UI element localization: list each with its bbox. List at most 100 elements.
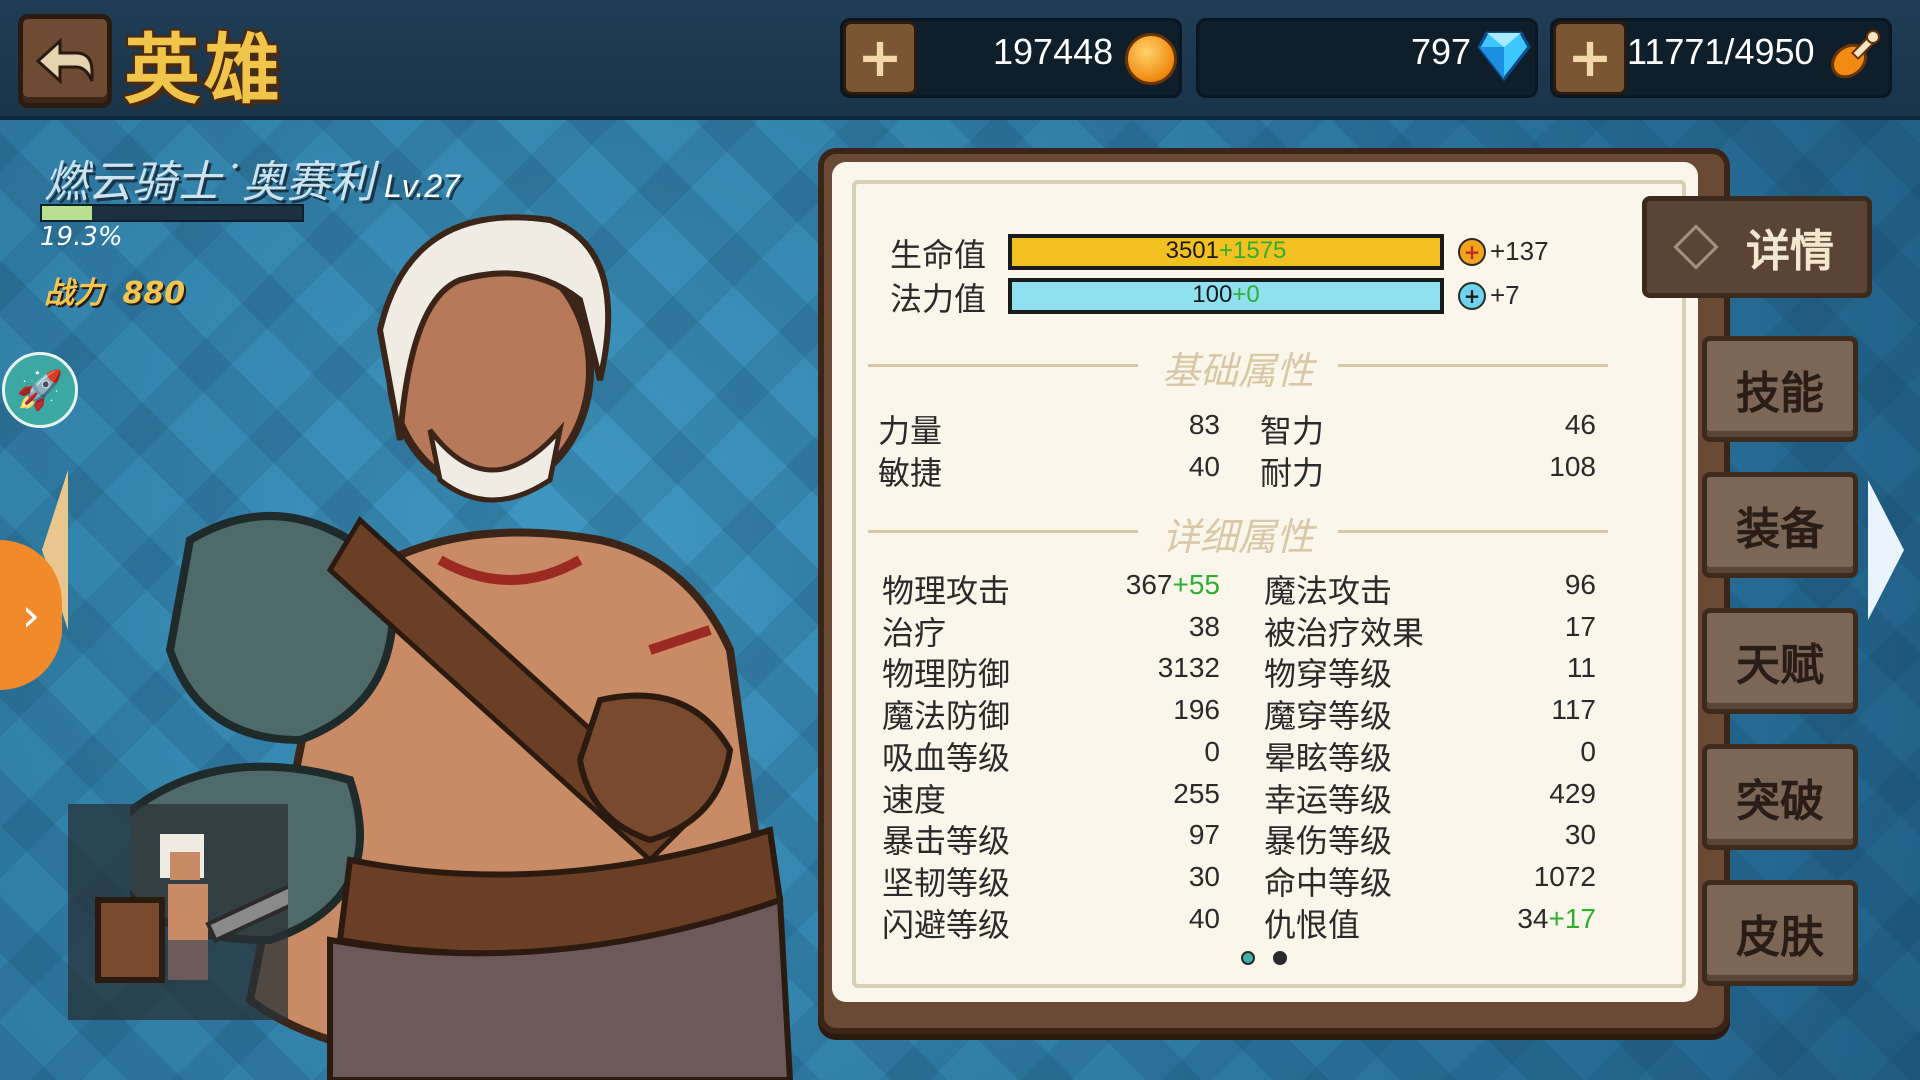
detail-stat-label: 吸血等级 [882,738,1011,777]
gold-value: 197448 [993,31,1114,72]
top-bar: 英雄 + 197448 797 + 11771/4950 [0,0,1920,120]
detail-stat-label: 晕眩等级 [1264,738,1393,777]
gold-counter: + 197448 [840,18,1182,98]
detail-stat-value: 96 [1446,569,1596,601]
basic-attributes-title: 基础属性 [868,340,1608,395]
hp-bar: 3501+1575 [1008,234,1444,270]
tab-details-label: 详情 [1746,226,1834,277]
back-arrow-icon [36,37,94,85]
chevron-right-icon: › [21,588,41,642]
detail-stat-value: 30 [1446,819,1596,851]
mp-bar-text: 100+0 [1012,281,1440,309]
detail-stat-value: 17 [1446,611,1596,643]
detail-stat-base: 196 [1173,694,1220,726]
tab-talents[interactable]: 天赋 [1702,608,1858,714]
detail-stat-value: 97 [1070,819,1220,851]
detail-stat-label: 命中等级 [1264,863,1393,902]
coin-icon [1125,33,1177,85]
hp-bonus-icon: + [1458,238,1486,266]
rocket-button[interactable]: 🚀 [2,352,78,428]
detail-stat-value: 367+55 [1070,569,1220,601]
stamina-value: 11771/4950 [1627,31,1815,72]
diamond-counter: 797 [1196,18,1538,98]
detail-stat-value: 40 [1070,903,1220,935]
detail-stat-base: 0 [1580,735,1596,767]
tab-skins[interactable]: 皮肤 [1702,880,1858,986]
mp-bar: 100+0 [1008,278,1444,314]
tab-equipment[interactable]: 装备 [1702,472,1858,578]
diamond-icon [1477,31,1531,81]
detail-stat-base: 255 [1173,777,1220,809]
page-dot-2[interactable] [1273,951,1287,965]
detail-stat-value: 30 [1070,861,1220,893]
diamond-value: 797 [1411,31,1472,72]
page-indicator [1232,950,1296,969]
detail-stat-label: 魔法防御 [882,697,1011,736]
tab-skins-label: 皮肤 [1736,912,1824,963]
mp-base: 100 [1192,281,1233,308]
xp-percent: 19.3% [40,222,123,252]
hp-base: 3501 [1165,237,1219,264]
detail-stat-label: 物理防御 [882,655,1011,694]
add-stamina-button[interactable]: + [1553,21,1627,95]
detail-stat-label: 暴伤等级 [1264,822,1393,861]
detail-stat-base: 1072 [1533,860,1596,892]
detail-stat-label: 坚韧等级 [882,863,1011,902]
tab-breakthrough-label: 突破 [1736,776,1824,827]
basic-stat-value: 46 [1564,409,1596,440]
basic-stat-value: 40 [1188,451,1220,482]
detail-stat-base: 3132 [1157,652,1220,684]
detail-stat-value: 38 [1070,611,1220,643]
page-title: 英雄 [124,25,284,114]
hp-bar-text: 3501+1575 [1012,237,1440,265]
detail-stat-base: 117 [1551,694,1596,726]
hero-sprite-preview [68,804,300,1020]
stamina-counter: + 11771/4950 [1550,18,1892,98]
diamond-marker-icon [1673,224,1719,270]
detail-stat-base: 38 [1188,610,1220,642]
mp-bonus: +0 [1232,281,1260,308]
detail-stat-base: 429 [1549,777,1596,809]
detail-stat-base: 96 [1564,569,1596,600]
page-dot-1[interactable] [1241,951,1255,965]
basic-stat-label: 耐力 [1260,454,1325,492]
detail-stat-label: 魔法攻击 [1264,572,1393,610]
mp-extra: +7 [1490,280,1520,310]
detail-stat-base: 30 [1564,819,1596,851]
detail-stat-base: 30 [1188,860,1220,892]
detail-stat-label: 治疗 [882,613,947,652]
hp-label: 生命值 [890,236,987,274]
detailed-attributes-title: 详细属性 [868,506,1608,561]
detail-stat-base: 34 [1517,902,1549,934]
next-hero-button[interactable] [1868,480,1904,620]
detail-stat-value: 255 [1070,778,1220,810]
detail-stat-base: 97 [1188,819,1220,851]
detail-stat-value: 117 [1446,694,1596,726]
tab-breakthrough[interactable]: 突破 [1702,744,1858,850]
detail-stat-label: 幸运等级 [1264,780,1393,819]
detail-stat-label: 仇恨值 [1264,905,1361,944]
add-gold-button[interactable]: + [843,21,917,95]
basic-stat-label: 力量 [878,412,943,450]
detail-stat-value: 1072 [1446,861,1596,893]
hp-extra: +137 [1490,236,1549,266]
rocket-icon: 🚀 [16,367,64,412]
detail-stat-base: 367 [1125,569,1173,600]
pixel-hero-sprite [95,834,300,983]
detail-stat-base: 11 [1566,652,1596,684]
detail-stat-label: 魔穿等级 [1264,697,1393,736]
detail-stat-label: 暴击等级 [882,822,1011,861]
power-label: 战力 [44,276,104,311]
tab-skills[interactable]: 技能 [1702,336,1858,442]
detail-stat-bonus: +55 [1172,569,1221,600]
detail-stat-value: 0 [1446,736,1596,768]
detail-stat-value: 429 [1446,778,1596,810]
back-button[interactable] [18,14,112,108]
basic-stat-label: 敏捷 [878,454,943,492]
basic-stat-label: 智力 [1260,412,1325,450]
detail-stat-base: 40 [1188,902,1220,934]
detail-stat-label: 被治疗效果 [1264,613,1425,652]
detail-stat-value: 11 [1446,652,1596,684]
tab-details[interactable]: 详情 [1642,196,1872,298]
detail-stat-label: 闪避等级 [882,905,1011,944]
